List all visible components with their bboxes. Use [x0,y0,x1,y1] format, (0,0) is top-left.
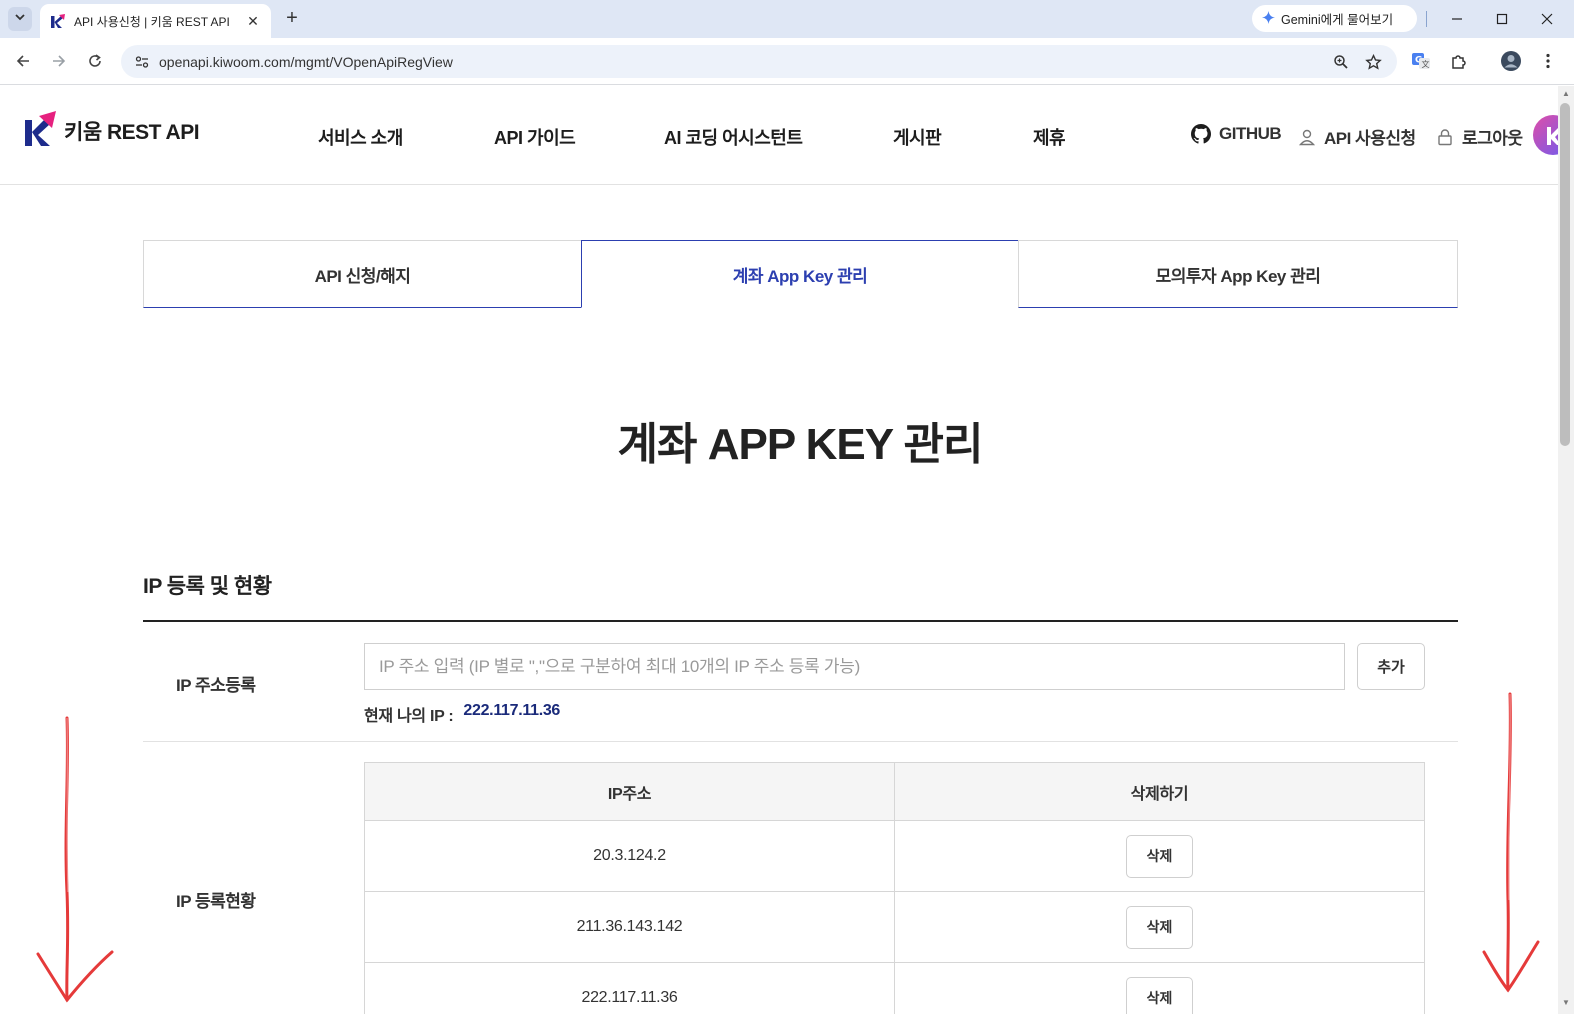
reload-icon[interactable] [85,51,105,71]
tab-account-app-key[interactable]: 계좌 App Key 관리 [581,240,1019,308]
delete-ip-button[interactable]: 삭제 [1126,834,1193,878]
scrollbar-thumb[interactable] [1560,103,1570,446]
delete-column-header: 삭제하기 [894,762,1425,821]
action-cell: 삭제 [894,820,1425,892]
svg-text:文: 文 [1422,59,1430,69]
browser-tabstrip: API 사용신청 | 키움 REST API ✕ + Gemini에게 물어보기 [0,0,1574,38]
add-ip-button[interactable]: 추가 [1357,643,1425,690]
url-text: openapi.kiwoom.com/mgmt/VOpenApiRegView [159,53,453,70]
scroll-down-annotation-arrow-right [1482,692,1540,993]
lock-icon [1436,128,1454,146]
kiwoom-logo-icon [24,110,58,152]
chevron-down-icon [14,10,26,28]
ip-status-table: IP주소 삭제하기 20.3.124.2 삭제 211.36.143.142 삭… [364,762,1425,1014]
gemini-button[interactable]: Gemini에게 물어보기 [1252,5,1417,32]
current-ip: 현재 나의 IP : 222.117.11.36 [364,702,560,726]
browser-toolbar: openapi.kiwoom.com/mgmt/VOpenApiRegView … [0,38,1574,85]
maximize-icon[interactable] [1487,5,1517,33]
ip-cell: 20.3.124.2 [364,820,895,892]
api-apply-link[interactable]: API 사용신청 [1298,124,1416,149]
table-row: 222.117.11.36 삭제 [364,962,1425,1014]
extensions-puzzle-icon[interactable] [1448,50,1470,72]
site-settings-icon[interactable] [133,53,151,71]
page-title: 계좌 APP KEY 관리 [617,420,984,469]
tab-close-icon[interactable]: ✕ [245,13,261,30]
scroll-down-icon[interactable]: ▼ [1562,999,1570,1007]
tab-mock-investment-app-key[interactable]: 모의투자 App Key 관리 [1018,240,1458,308]
github-label: GITHUB [1219,124,1282,143]
table-row: 211.36.143.142 삭제 [364,891,1425,963]
bookmark-star-icon[interactable] [1363,52,1383,72]
nav-api-guide[interactable]: API 가이드 [494,124,576,150]
ip-section-title: IP 등록 및 현황 [143,575,272,598]
logout-label: 로그아웃 [1462,129,1523,148]
table-header-row: IP주소 삭제하기 [364,762,1425,821]
nav-board[interactable]: 게시판 [893,124,942,150]
ip-cell: 211.36.143.142 [364,891,895,963]
kiwoom-logo[interactable]: 키움 REST API [24,110,200,152]
section-divider [143,620,1458,622]
current-ip-label: 현재 나의 IP : [364,708,454,725]
gemini-sparkle-icon [1262,10,1275,27]
github-link[interactable]: GITHUB [1191,124,1282,144]
zoom-icon[interactable] [1331,52,1351,72]
kiwoom-favicon-icon [50,13,66,29]
address-bar[interactable]: openapi.kiwoom.com/mgmt/VOpenApiRegView [121,45,1397,78]
row-divider [143,741,1458,742]
api-apply-label: API 사용신청 [1324,129,1416,148]
tab-search-button[interactable] [8,7,32,31]
close-window-icon[interactable] [1532,5,1562,33]
new-tab-button[interactable]: + [282,8,302,28]
ip-address-column-header: IP주소 [364,762,895,821]
profile-avatar-icon[interactable] [1500,50,1522,72]
tab-api-apply-cancel[interactable]: API 신청/해지 [143,240,582,308]
action-cell: 삭제 [894,962,1425,1014]
back-icon[interactable] [13,51,33,71]
browser-tab-active[interactable]: API 사용신청 | 키움 REST API ✕ [40,4,271,38]
ip-status-label: IP 등록현황 [176,892,256,911]
gemini-label: Gemini에게 물어보기 [1281,13,1394,27]
ip-register-label: IP 주소등록 [176,676,256,695]
nav-partnership[interactable]: 제휴 [1033,124,1066,150]
minimize-icon[interactable] [1442,5,1472,33]
window-separator [1426,11,1427,27]
table-row: 20.3.124.2 삭제 [364,820,1425,892]
forward-icon[interactable] [49,51,69,71]
action-cell: 삭제 [894,891,1425,963]
user-icon [1298,128,1316,146]
browser-menu-icon[interactable] [1537,50,1559,72]
ip-cell: 222.117.11.36 [364,962,895,1014]
tab-title: API 사용신청 | 키움 REST API [74,14,230,29]
scroll-up-icon[interactable]: ▲ [1562,90,1570,98]
scroll-down-annotation-arrow-left [36,716,114,1003]
translate-icon[interactable]: G文 [1410,50,1432,72]
ip-address-input[interactable] [364,643,1345,690]
logo-text: 키움 REST API [64,121,200,144]
site-header: 키움 REST API 서비스 소개 API 가이드 AI 코딩 어시스턴트 게… [0,86,1573,185]
current-ip-value: 222.117.11.36 [463,702,561,719]
github-icon [1191,124,1211,144]
nav-ai-coding-assistant[interactable]: AI 코딩 어시스턴트 [664,124,803,150]
nav-service-intro[interactable]: 서비스 소개 [318,124,403,150]
logout-link[interactable]: 로그아웃 [1436,124,1523,149]
delete-ip-button[interactable]: 삭제 [1126,976,1193,1014]
delete-ip-button[interactable]: 삭제 [1126,905,1193,949]
